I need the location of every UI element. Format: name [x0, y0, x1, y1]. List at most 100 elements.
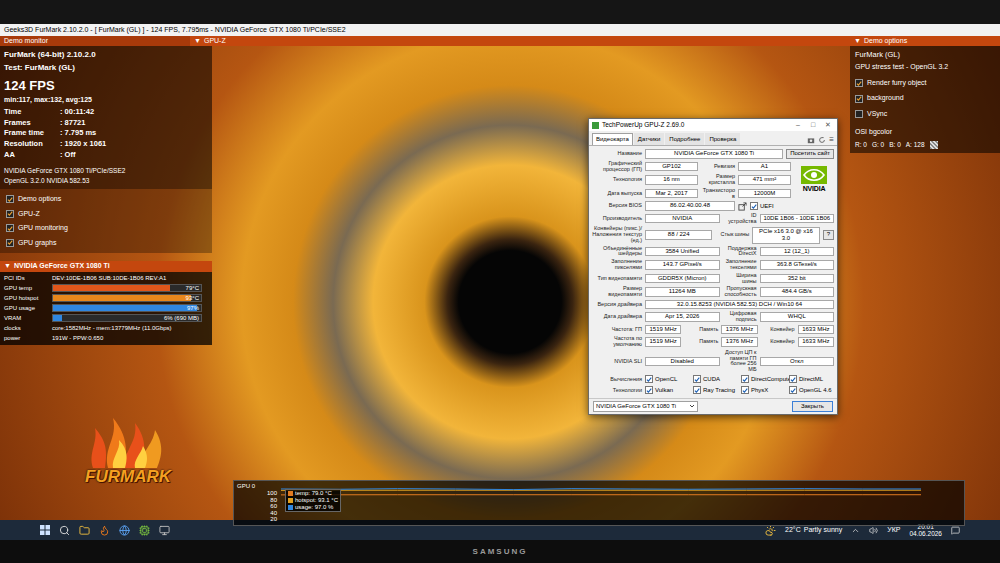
checkbox[interactable] [855, 110, 863, 118]
toggle-row[interactable]: Demo options [6, 194, 206, 205]
option-toggle[interactable]: VSync [855, 109, 995, 120]
check-option[interactable]: DirectCompute [741, 375, 786, 383]
channel-value[interactable]: R: 0 [855, 140, 867, 150]
gpu-panel-header[interactable]: ▼NVIDIA GeForce GTX 1080 Ti [0, 261, 212, 272]
header-center[interactable]: ▼GPU-Z [190, 36, 850, 47]
value-field[interactable]: 1519 MHz [645, 325, 681, 335]
checkbox[interactable] [789, 375, 797, 383]
button[interactable]: ? [823, 230, 834, 240]
windows-start-icon[interactable] [40, 525, 50, 535]
value-field[interactable]: A1 [738, 162, 791, 172]
checkbox[interactable] [6, 224, 14, 232]
value-field[interactable]: 12 (12_1) [760, 247, 835, 257]
tab[interactable]: Проверка [705, 133, 740, 145]
value-field[interactable]: WHQL [760, 312, 835, 322]
value-field[interactable]: 86.02.40.00.48 [645, 201, 735, 211]
check-option[interactable]: OpenCL [645, 375, 690, 383]
check-option[interactable]: CUDA [693, 375, 738, 383]
value-field[interactable]: GP102 [645, 162, 698, 172]
window-control[interactable]: ✕ [822, 120, 834, 131]
value-field[interactable]: 143.7 GPixel/s [645, 260, 720, 270]
value-field[interactable]: 32.0.15.8253 (NVIDIA 582.53) DCH / Win10… [645, 300, 834, 310]
channel-value[interactable]: G: 0 [872, 140, 884, 150]
browser-icon[interactable] [119, 525, 130, 536]
value-field[interactable]: Disabled [645, 357, 720, 367]
monitor-app-icon[interactable] [159, 525, 170, 536]
channel-value[interactable]: A: 128 [906, 140, 925, 150]
camera-icon[interactable] [807, 136, 815, 144]
toggle-row[interactable]: GPU graphs [6, 238, 206, 249]
value-field[interactable]: 16 nm [645, 175, 698, 185]
toggle-row[interactable]: GPU monitoring [6, 223, 206, 234]
value-field[interactable]: 1376 MHz [721, 337, 757, 347]
value-field[interactable]: 88 / 224 [645, 230, 712, 240]
check-option[interactable]: DirectML [789, 375, 834, 383]
value-field[interactable]: GDDR5X (Micron) [645, 274, 720, 284]
checkbox[interactable] [741, 375, 749, 383]
checkbox[interactable] [6, 195, 14, 203]
folder-icon[interactable] [79, 525, 90, 536]
checkbox[interactable] [693, 386, 701, 394]
search-icon[interactable] [59, 525, 70, 536]
option-toggle[interactable]: Render furry object [855, 78, 995, 89]
checkbox[interactable] [750, 202, 758, 210]
gpuz-taskbar-icon[interactable] [139, 525, 150, 536]
value-field[interactable]: NVIDIA [645, 214, 720, 224]
weather[interactable]: 22°CPartly sunny [785, 525, 842, 536]
window-control[interactable]: □ [807, 120, 819, 131]
volume-icon[interactable] [869, 526, 878, 535]
value-field[interactable]: Откл [760, 357, 835, 367]
header-right[interactable]: ▼Demo options [850, 36, 1000, 47]
value-field[interactable]: 12000M [738, 189, 791, 199]
refresh-icon[interactable] [818, 136, 826, 144]
menu-button[interactable]: ≡ [829, 136, 834, 144]
value-field[interactable]: 1633 MHz [798, 325, 834, 335]
checkbox[interactable] [855, 79, 863, 87]
checkbox[interactable] [855, 95, 863, 103]
tray-chevron-icon[interactable] [851, 526, 860, 535]
value-field[interactable]: Apr 15, 2026 [645, 312, 720, 322]
check-option[interactable]: OpenGL 4.6 [789, 386, 834, 394]
value-field[interactable]: 11264 MB [645, 287, 720, 297]
tab[interactable]: Видеокарта [592, 133, 633, 145]
value-field[interactable]: NVIDIA GeForce GTX 1080 Ti [645, 149, 783, 159]
toggle-row[interactable]: GPU-Z [6, 209, 206, 220]
option-toggle[interactable]: background [855, 93, 995, 104]
value-field[interactable]: 3584 Unified [645, 247, 720, 257]
value-field[interactable]: 363.8 GTexel/s [760, 260, 835, 270]
color-swatch[interactable] [930, 141, 938, 149]
value-field[interactable]: 1519 MHz [645, 337, 681, 347]
value-field[interactable]: 10DE 1B06 - 10DE 1B06 [760, 214, 835, 224]
notifications-icon[interactable] [951, 526, 960, 535]
checkbox[interactable] [693, 375, 701, 383]
checkbox[interactable] [645, 375, 653, 383]
checkbox[interactable] [789, 386, 797, 394]
value-field[interactable]: Mar 2, 2017 [645, 189, 698, 199]
share-icon[interactable] [738, 202, 747, 211]
value-field[interactable]: 471 mm² [738, 175, 791, 185]
gpu-select[interactable]: NVIDIA GeForce GTX 1080 Ti [593, 401, 698, 412]
checkbox[interactable] [645, 386, 653, 394]
tab[interactable]: Подробнее [665, 133, 704, 145]
title-bar[interactable]: TechPowerUp GPU-Z 2.69.0–□✕ [589, 119, 837, 131]
checkbox[interactable] [6, 239, 14, 247]
check-option[interactable]: Ray Tracing [693, 386, 738, 394]
value-field[interactable]: 484.4 GB/s [760, 287, 835, 297]
check-option[interactable]: Vulkan [645, 386, 690, 394]
gpuz-window[interactable]: TechPowerUp GPU-Z 2.69.0–□✕ ВидеокартаДат… [588, 118, 838, 415]
furmark-taskbar-icon[interactable] [99, 525, 110, 536]
value-field[interactable]: 352 bit [760, 274, 835, 284]
checkbox[interactable] [741, 386, 749, 394]
window-control[interactable]: – [792, 120, 804, 131]
tab[interactable]: Датчики [634, 133, 664, 145]
language[interactable]: УКР [887, 525, 900, 536]
value-field[interactable]: PCIe x16 3.0 @ x16 3.0 [752, 227, 819, 244]
value-field[interactable]: 1633 MHz [798, 337, 834, 347]
check-option[interactable]: PhysX [741, 386, 786, 394]
check-option[interactable]: UEFI [750, 202, 834, 210]
value-field[interactable]: 1376 MHz [721, 325, 757, 335]
button[interactable]: Посетить сайт [786, 149, 834, 159]
channel-value[interactable]: B: 0 [889, 140, 901, 150]
checkbox[interactable] [6, 210, 14, 218]
close-button[interactable]: Закрыть [792, 401, 833, 412]
